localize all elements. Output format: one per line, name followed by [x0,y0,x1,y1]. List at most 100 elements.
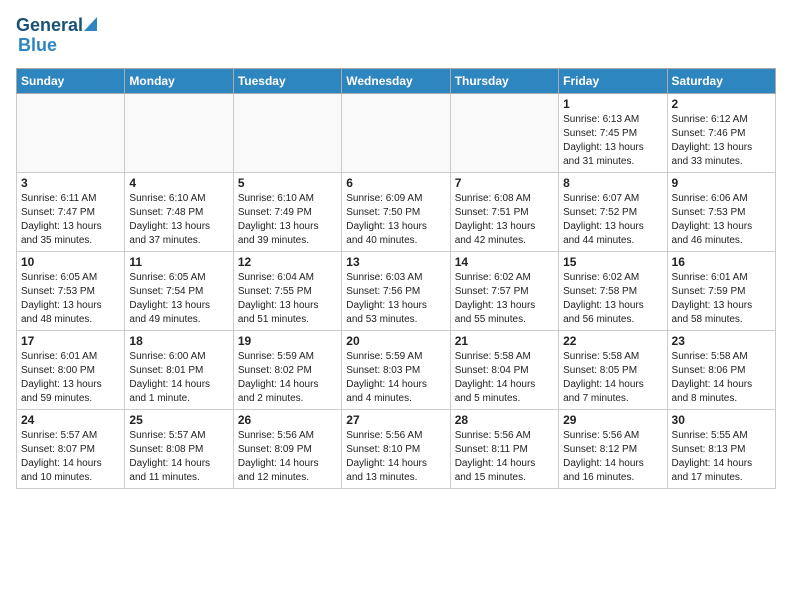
calendar-cell: 13 Sunrise: 6:03 AM Sunset: 7:56 PM Dayli… [342,251,450,330]
day-info: Sunrise: 6:02 AM Sunset: 7:57 PM Dayligh… [455,271,554,327]
day-number: 21 [455,334,554,348]
calendar-cell: 3 Sunrise: 6:11 AM Sunset: 7:47 PM Daylig… [17,172,125,251]
day-number: 20 [346,334,445,348]
day-info: Sunrise: 6:01 AM Sunset: 8:00 PM Dayligh… [21,350,120,406]
day-number: 18 [129,334,228,348]
day-info: Sunrise: 5:58 AM Sunset: 8:04 PM Dayligh… [455,350,554,406]
calendar-cell [342,93,450,172]
calendar-header-saturday: Saturday [667,68,775,93]
day-info: Sunrise: 5:57 AM Sunset: 8:07 PM Dayligh… [21,429,120,485]
day-info: Sunrise: 6:07 AM Sunset: 7:52 PM Dayligh… [563,192,662,248]
calendar-week-4: 17 Sunrise: 6:01 AM Sunset: 8:00 PM Dayli… [17,330,776,409]
calendar-week-5: 24 Sunrise: 5:57 AM Sunset: 8:07 PM Dayli… [17,409,776,488]
calendar-cell: 14Sunrise: 6:02 AM Sunset: 7:57 PM Dayli… [450,251,558,330]
day-info: Sunrise: 6:04 AM Sunset: 7:55 PM Dayligh… [238,271,337,327]
calendar-header-monday: Monday [125,68,233,93]
calendar-cell: 30 Sunrise: 5:55 AM Sunset: 8:13 PM Dayli… [667,409,775,488]
day-number: 7 [455,176,554,190]
day-number: 3 [21,176,120,190]
calendar-cell: 29 Sunrise: 5:56 AM Sunset: 8:12 PM Dayli… [559,409,667,488]
day-number: 5 [238,176,337,190]
day-info: Sunrise: 5:56 AM Sunset: 8:10 PM Dayligh… [346,429,445,485]
day-info: Sunrise: 6:09 AM Sunset: 7:50 PM Dayligh… [346,192,445,248]
calendar-cell: 2 Sunrise: 6:12 AM Sunset: 7:46 PM Daylig… [667,93,775,172]
day-number: 17 [21,334,120,348]
day-number: 27 [346,413,445,427]
day-info: Sunrise: 6:08 AM Sunset: 7:51 PM Dayligh… [455,192,554,248]
calendar-header-sunday: Sunday [17,68,125,93]
calendar-cell: 24 Sunrise: 5:57 AM Sunset: 8:07 PM Dayli… [17,409,125,488]
calendar-cell: 4Sunrise: 6:10 AM Sunset: 7:48 PM Daylig… [125,172,233,251]
day-info: Sunrise: 6:11 AM Sunset: 7:47 PM Dayligh… [21,192,120,248]
day-number: 23 [672,334,771,348]
calendar-header-thursday: Thursday [450,68,558,93]
day-number: 13 [346,255,445,269]
page: General Blue SundayMondayTuesdayWednesda… [0,0,792,505]
calendar-week-1: 1 Sunrise: 6:13 AM Sunset: 7:45 PM Daylig… [17,93,776,172]
day-number: 22 [563,334,662,348]
day-number: 10 [21,255,120,269]
calendar-cell: 26Sunrise: 5:56 AM Sunset: 8:09 PM Dayli… [233,409,341,488]
logo-general: General [16,16,83,36]
day-info: Sunrise: 6:03 AM Sunset: 7:56 PM Dayligh… [346,271,445,327]
day-info: Sunrise: 5:58 AM Sunset: 8:06 PM Dayligh… [672,350,771,406]
calendar-cell [17,93,125,172]
day-number: 6 [346,176,445,190]
calendar-cell: 16Sunrise: 6:01 AM Sunset: 7:59 PM Dayli… [667,251,775,330]
calendar-cell: 23 Sunrise: 5:58 AM Sunset: 8:06 PM Dayli… [667,330,775,409]
calendar-cell: 21 Sunrise: 5:58 AM Sunset: 8:04 PM Dayli… [450,330,558,409]
calendar-week-3: 10Sunrise: 6:05 AM Sunset: 7:53 PM Dayli… [17,251,776,330]
day-info: Sunrise: 6:00 AM Sunset: 8:01 PM Dayligh… [129,350,228,406]
calendar-cell: 27 Sunrise: 5:56 AM Sunset: 8:10 PM Dayli… [342,409,450,488]
calendar-cell: 19 Sunrise: 5:59 AM Sunset: 8:02 PM Dayli… [233,330,341,409]
day-number: 25 [129,413,228,427]
day-info: Sunrise: 6:13 AM Sunset: 7:45 PM Dayligh… [563,113,662,169]
day-info: Sunrise: 5:55 AM Sunset: 8:13 PM Dayligh… [672,429,771,485]
calendar-cell [233,93,341,172]
calendar-cell: 10Sunrise: 6:05 AM Sunset: 7:53 PM Dayli… [17,251,125,330]
day-number: 1 [563,97,662,111]
calendar-header-row: SundayMondayTuesdayWednesdayThursdayFrid… [17,68,776,93]
calendar-header-wednesday: Wednesday [342,68,450,93]
day-info: Sunrise: 5:59 AM Sunset: 8:03 PM Dayligh… [346,350,445,406]
day-number: 19 [238,334,337,348]
day-info: Sunrise: 6:05 AM Sunset: 7:54 PM Dayligh… [129,271,228,327]
calendar-cell: 11 Sunrise: 6:05 AM Sunset: 7:54 PM Dayli… [125,251,233,330]
logo: General Blue [16,16,97,56]
day-number: 2 [672,97,771,111]
day-info: Sunrise: 5:59 AM Sunset: 8:02 PM Dayligh… [238,350,337,406]
logo-flag-icon [84,17,97,31]
day-number: 30 [672,413,771,427]
calendar-cell: 5Sunrise: 6:10 AM Sunset: 7:49 PM Daylig… [233,172,341,251]
calendar-cell: 22 Sunrise: 5:58 AM Sunset: 8:05 PM Dayli… [559,330,667,409]
calendar-cell: 1 Sunrise: 6:13 AM Sunset: 7:45 PM Daylig… [559,93,667,172]
calendar-cell: 8Sunrise: 6:07 AM Sunset: 7:52 PM Daylig… [559,172,667,251]
day-number: 26 [238,413,337,427]
calendar-cell: 12 Sunrise: 6:04 AM Sunset: 7:55 PM Dayli… [233,251,341,330]
calendar-cell: 28Sunrise: 5:56 AM Sunset: 8:11 PM Dayli… [450,409,558,488]
day-info: Sunrise: 5:58 AM Sunset: 8:05 PM Dayligh… [563,350,662,406]
calendar-cell: 17 Sunrise: 6:01 AM Sunset: 8:00 PM Dayli… [17,330,125,409]
calendar-cell [125,93,233,172]
calendar-cell: 6 Sunrise: 6:09 AM Sunset: 7:50 PM Daylig… [342,172,450,251]
day-number: 29 [563,413,662,427]
calendar: SundayMondayTuesdayWednesdayThursdayFrid… [16,68,776,489]
day-info: Sunrise: 6:12 AM Sunset: 7:46 PM Dayligh… [672,113,771,169]
day-number: 12 [238,255,337,269]
day-number: 24 [21,413,120,427]
calendar-week-2: 3 Sunrise: 6:11 AM Sunset: 7:47 PM Daylig… [17,172,776,251]
calendar-cell [450,93,558,172]
calendar-cell: 9Sunrise: 6:06 AM Sunset: 7:53 PM Daylig… [667,172,775,251]
day-info: Sunrise: 5:57 AM Sunset: 8:08 PM Dayligh… [129,429,228,485]
day-number: 15 [563,255,662,269]
calendar-cell: 18 Sunrise: 6:00 AM Sunset: 8:01 PM Dayli… [125,330,233,409]
calendar-header-tuesday: Tuesday [233,68,341,93]
day-number: 4 [129,176,228,190]
day-info: Sunrise: 6:02 AM Sunset: 7:58 PM Dayligh… [563,271,662,327]
calendar-cell: 20 Sunrise: 5:59 AM Sunset: 8:03 PM Dayli… [342,330,450,409]
calendar-header-friday: Friday [559,68,667,93]
day-info: Sunrise: 5:56 AM Sunset: 8:12 PM Dayligh… [563,429,662,485]
day-number: 11 [129,255,228,269]
calendar-cell: 25 Sunrise: 5:57 AM Sunset: 8:08 PM Dayli… [125,409,233,488]
day-info: Sunrise: 6:01 AM Sunset: 7:59 PM Dayligh… [672,271,771,327]
